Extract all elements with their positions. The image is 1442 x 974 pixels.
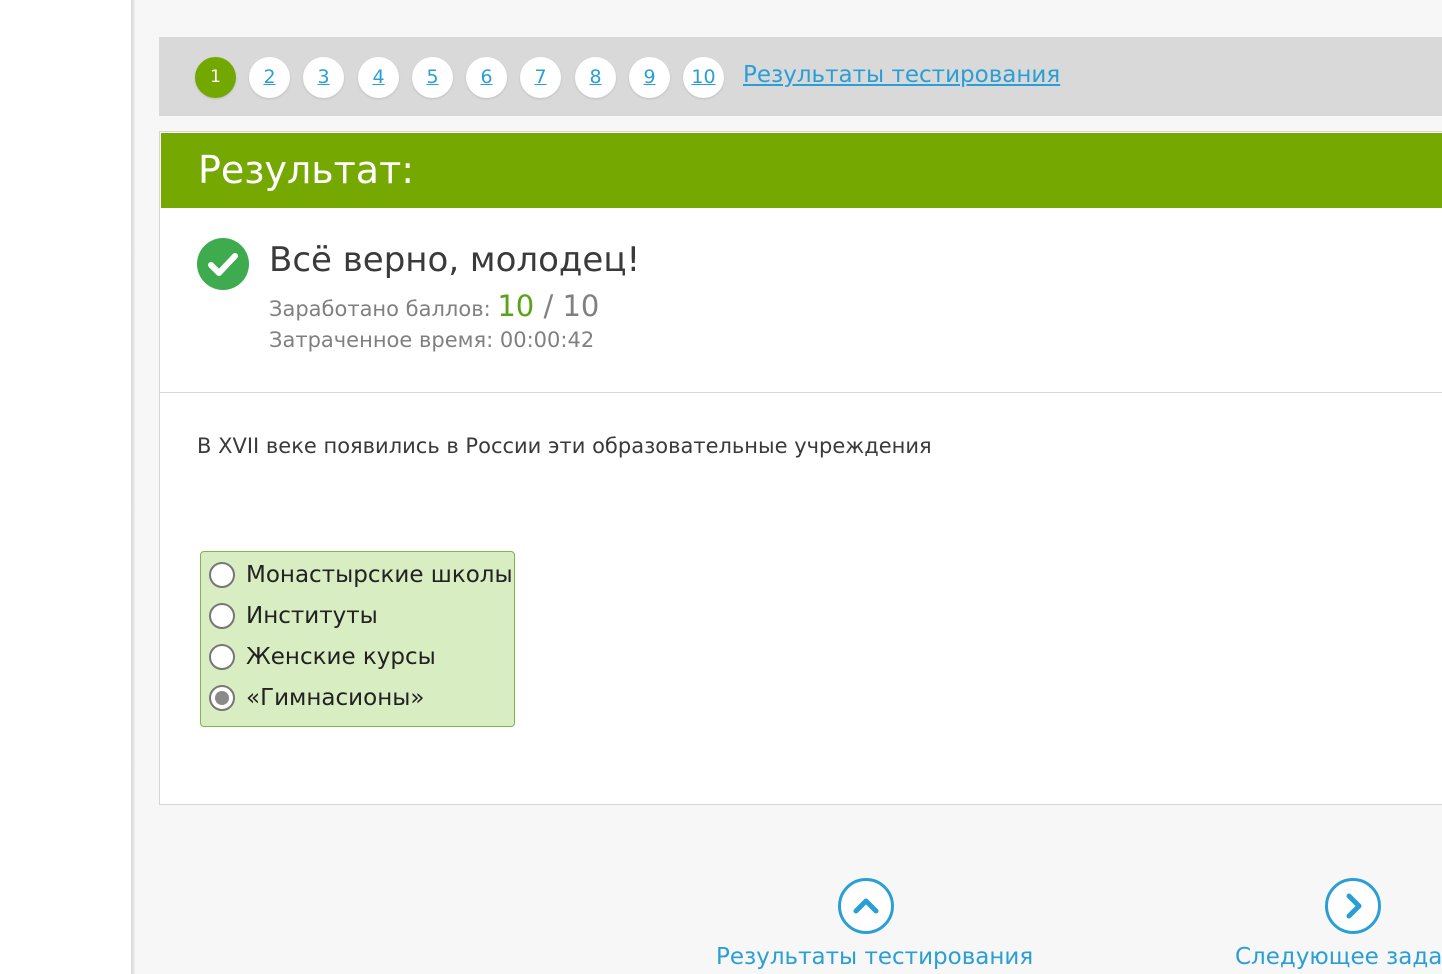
score-label: Заработано баллов: (269, 297, 491, 321)
pager-item-7[interactable]: 7 (520, 57, 561, 98)
answer-label: Женские курсы (246, 644, 436, 670)
pager-item-6[interactable]: 6 (466, 57, 507, 98)
radio-button[interactable] (209, 644, 235, 670)
next-task-link[interactable]: Следующее задание (1235, 944, 1442, 970)
question-pager: 1 2 3 4 5 6 7 8 9 10 Результаты тестиров… (159, 37, 1442, 116)
results-nav-link[interactable]: Результаты тестирования (716, 944, 1033, 970)
pager-item-5[interactable]: 5 (412, 57, 453, 98)
left-gutter (0, 0, 133, 974)
divider (160, 392, 1442, 393)
pager-results-link[interactable]: Результаты тестирования (743, 62, 1060, 88)
answer-label: Институты (246, 603, 378, 629)
pager-item-3[interactable]: 3 (303, 57, 344, 98)
radio-button-selected[interactable] (209, 685, 235, 711)
result-header: Результат: (161, 133, 1442, 208)
pager-item-9[interactable]: 9 (629, 57, 670, 98)
time-line: Затраченное время: 00:00:42 (269, 328, 594, 352)
question-text: В XVII веке появились в России эти образ… (197, 434, 932, 458)
pager-item-2[interactable]: 2 (249, 57, 290, 98)
answer-options: Монастырские школы Институты Женские кур… (200, 551, 515, 727)
result-verdict: Всё верно, молодец! (269, 240, 641, 280)
radio-button[interactable] (209, 603, 235, 629)
score-max: / 10 (534, 289, 600, 323)
time-value: 00:00:42 (499, 328, 595, 352)
chevron-right-icon[interactable] (1325, 878, 1381, 934)
time-label: Затраченное время: (269, 328, 494, 352)
pager-item-1[interactable]: 1 (195, 57, 236, 98)
score-value: 10 (497, 289, 535, 323)
check-icon (197, 238, 249, 290)
chevron-up-icon[interactable] (838, 878, 894, 934)
answer-label: Монастырские школы (246, 562, 513, 588)
radio-button[interactable] (209, 562, 235, 588)
pager-item-10[interactable]: 10 (683, 57, 724, 98)
pager-item-8[interactable]: 8 (575, 57, 616, 98)
score-line: Заработано баллов: 10 / 10 (269, 289, 599, 323)
pager-item-4[interactable]: 4 (358, 57, 399, 98)
result-title: Результат: (198, 148, 415, 192)
answer-label: «Гимнасионы» (246, 685, 425, 711)
result-card: Результат: Всё верно, молодец! Заработан… (159, 131, 1442, 805)
